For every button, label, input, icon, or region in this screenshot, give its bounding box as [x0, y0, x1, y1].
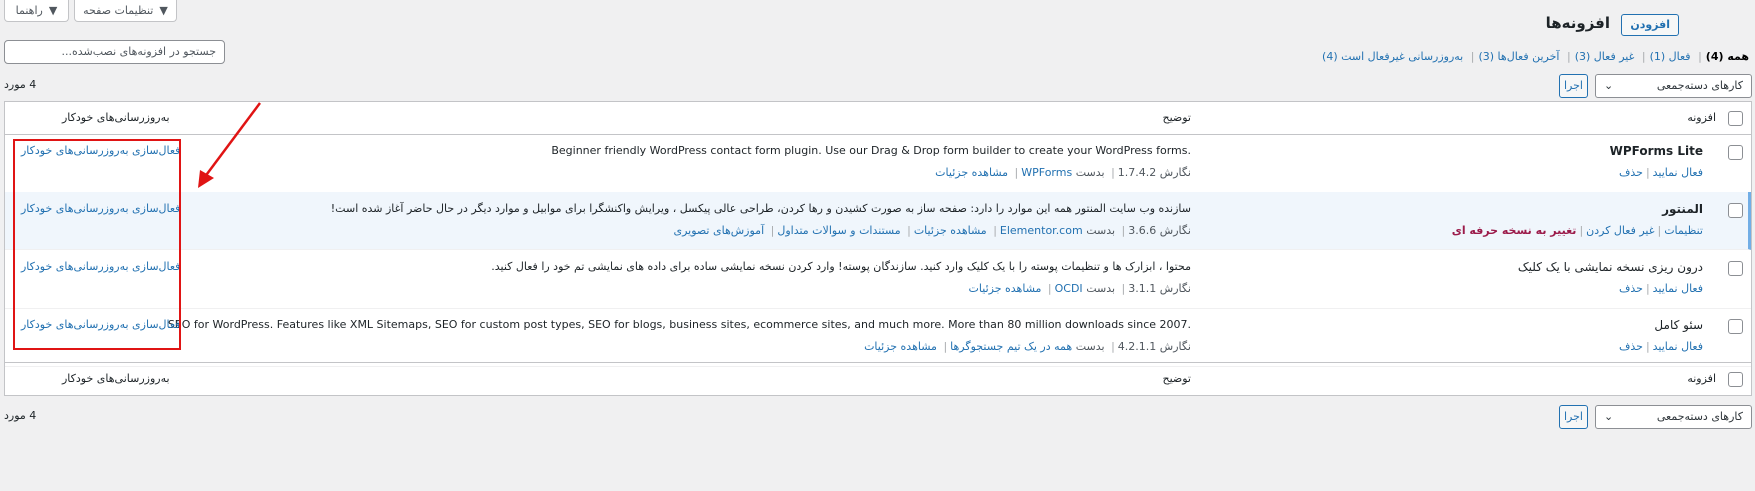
delete-link[interactable]: حذف	[1619, 340, 1643, 353]
plugin-meta: نگارش 3.1.1| بدست OCDI| مشاهده جزئیات	[968, 282, 1191, 295]
deactivate-link[interactable]: غیر فعال کردن	[1586, 224, 1654, 237]
caret-down-icon: ▼	[48, 4, 58, 17]
author-link[interactable]: WPForms	[1021, 166, 1072, 179]
filter-inactive[interactable]: غیر فعال (3)	[1575, 50, 1635, 63]
filter-all[interactable]: همه (4)	[1706, 50, 1749, 63]
column-plugin[interactable]: افزونه	[1687, 111, 1716, 124]
bulk-select-label: کارهای دسته‌جمعی	[1656, 410, 1743, 423]
plugin-meta: نگارش 1.7.4.2| بدست WPForms| مشاهده جزئی…	[935, 166, 1191, 179]
plugin-name: WPForms Lite	[1609, 144, 1703, 158]
row-checkbox[interactable]	[1728, 319, 1743, 334]
author-link[interactable]: OCDI	[1055, 282, 1083, 295]
filter-recent[interactable]: آخرین فعال‌ها (3)	[1478, 50, 1559, 63]
bulk-actions-select-bottom[interactable]: کارهای دسته‌جمعی ⌄	[1595, 405, 1752, 429]
settings-link[interactable]: تنظیمات	[1664, 224, 1703, 237]
help-label: راهنما	[15, 4, 43, 17]
table-row: سئو کامل فعال نمایید|حذف SEO for WordPre…	[5, 308, 1751, 367]
items-count-bottom: 4 مورد	[4, 409, 37, 422]
plugin-description: سازنده وب سایت المنتور همه این موارد را …	[330, 202, 1191, 215]
plugin-meta: نگارش 4.2.1.1| بدست همه در یک تیم جستجوگ…	[864, 340, 1191, 353]
go-pro-link[interactable]: تغییر به نسخه حرفه ای	[1452, 224, 1577, 237]
screen-options-button[interactable]: تنظیمات صفحه ▼	[74, 0, 177, 22]
screen-options-label: تنظیمات صفحه	[83, 4, 154, 17]
help-tab-button[interactable]: راهنما ▼	[4, 0, 69, 22]
filter-active[interactable]: فعال (1)	[1650, 50, 1691, 63]
view-details-link[interactable]: مشاهده جزئیات	[914, 224, 987, 237]
view-details-link[interactable]: مشاهده جزئیات	[969, 282, 1042, 295]
table-row: درون ریزی نسخه نمایشی با یک کلیک فعال نم…	[5, 250, 1751, 309]
row-checkbox[interactable]	[1728, 261, 1743, 276]
caret-down-icon: ▼	[159, 4, 168, 17]
by-label: بدست	[1075, 166, 1105, 179]
column-plugin-footer[interactable]: افزونه	[1687, 372, 1716, 385]
activate-link[interactable]: فعال نمایید	[1653, 166, 1703, 179]
plugin-version: نگارش 3.6.6	[1128, 224, 1191, 237]
plugin-version: نگارش 1.7.4.2	[1117, 166, 1191, 179]
row-actions: تنظیمات|غیر فعال کردن|تغییر به نسخه حرفه…	[1451, 224, 1703, 237]
docs-faq-link[interactable]: مستندات و سوالات متداول	[777, 224, 900, 237]
activate-link[interactable]: فعال نمایید	[1653, 282, 1703, 295]
author-link[interactable]: همه در یک تیم جستجوگرها	[950, 340, 1072, 353]
apply-button-top[interactable]: اجرا	[1559, 74, 1588, 98]
table-footer: افزونه توضیح به‌روزرسانی‌های خودکار	[5, 362, 1751, 395]
video-tutorials-link[interactable]: آموزش‌های تصویری	[673, 224, 764, 237]
plugin-name: درون ریزی نسخه نمایشی با یک کلیک	[1517, 260, 1703, 274]
page-title: افزونه‌ها	[1545, 14, 1610, 32]
by-label: بدست	[1075, 340, 1105, 353]
plugin-name: المنتور	[1662, 202, 1703, 216]
table-row: المنتور تنظیمات|غیر فعال کردن|تغییر به ن…	[5, 192, 1751, 250]
row-checkbox[interactable]	[1728, 203, 1743, 218]
bulk-actions-select-top[interactable]: کارهای دسته‌جمعی ⌄	[1595, 74, 1752, 98]
plugin-version: نگارش 4.2.1.1	[1117, 340, 1191, 353]
plugin-name: سئو کامل	[1654, 318, 1703, 332]
by-label: بدست	[1086, 224, 1116, 237]
plugin-description: SEO for WordPress. Features like XML Sit…	[167, 318, 1191, 331]
view-details-link[interactable]: مشاهده جزئیات	[864, 340, 937, 353]
add-new-button[interactable]: افزودن	[1621, 14, 1679, 36]
plugin-description: Beginner friendly WordPress contact form…	[551, 144, 1191, 157]
items-count-top: 4 مورد	[4, 78, 37, 91]
row-checkbox[interactable]	[1728, 145, 1743, 160]
annotation-highlight-box	[13, 139, 181, 350]
bulk-select-label: کارهای دسته‌جمعی	[1656, 79, 1743, 92]
plugin-description: محتوا ، ابزارک ها و تنظیمات پوسته را با …	[491, 260, 1191, 273]
row-actions: فعال نمایید|حذف	[1618, 282, 1703, 295]
filter-auto-disabled[interactable]: به‌روزرسانی غیرفعال است (4)	[1322, 50, 1463, 63]
by-label: بدست	[1086, 282, 1116, 295]
author-link[interactable]: Elementor.com	[1000, 224, 1083, 237]
annotation-arrow-icon	[198, 102, 262, 188]
status-filters: همه (4)| فعال (1)| غیر فعال (3)| آخرین ف…	[1322, 50, 1749, 63]
delete-link[interactable]: حذف	[1619, 282, 1643, 295]
delete-link[interactable]: حذف	[1619, 166, 1643, 179]
chevron-down-icon: ⌄	[1604, 410, 1614, 423]
column-description-footer: توضیح	[1162, 372, 1191, 385]
plugin-version: نگارش 3.1.1	[1128, 282, 1191, 295]
search-input[interactable]: جستجو در افزونه‌های نصب‌شده...	[4, 40, 225, 64]
row-actions: فعال نمایید|حذف	[1618, 340, 1703, 353]
plugin-meta: نگارش 3.6.6| بدست Elementor.com| مشاهده …	[673, 224, 1191, 237]
select-all-checkbox-footer[interactable]	[1728, 372, 1743, 387]
activate-link[interactable]: فعال نمایید	[1653, 340, 1703, 353]
apply-button-bottom[interactable]: اجرا	[1559, 405, 1588, 429]
view-details-link[interactable]: مشاهده جزئیات	[935, 166, 1008, 179]
select-all-checkbox[interactable]	[1728, 111, 1743, 126]
column-description: توضیح	[1162, 111, 1191, 124]
row-actions: فعال نمایید|حذف	[1618, 166, 1703, 179]
column-auto-updates: به‌روزرسانی‌های خودکار	[62, 111, 170, 124]
chevron-down-icon: ⌄	[1604, 79, 1614, 92]
column-auto-updates-footer: به‌روزرسانی‌های خودکار	[62, 372, 170, 385]
